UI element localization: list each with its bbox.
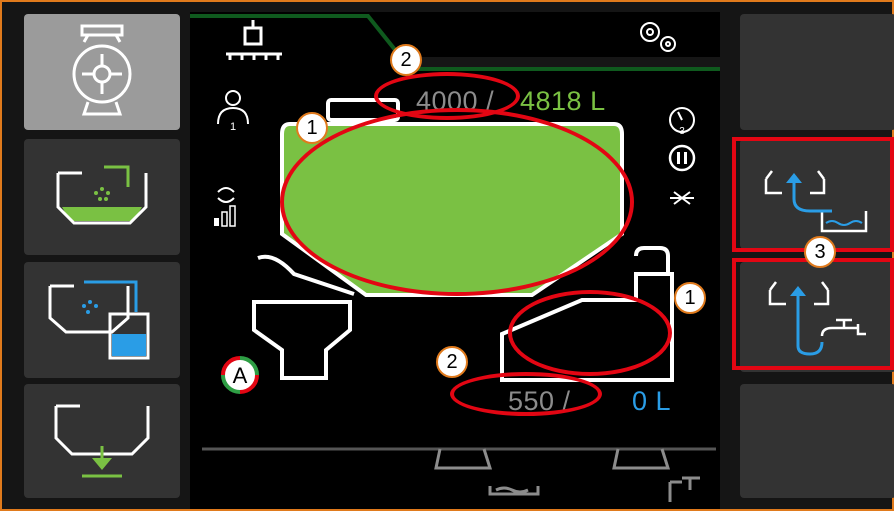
- marker-main-readout: 2: [390, 44, 422, 76]
- marker-main-tank: 1: [296, 112, 328, 144]
- bottom-connections: [434, 448, 700, 502]
- sprayer-boom-icon: [226, 20, 282, 60]
- highlight-secondary-tank: [508, 290, 672, 376]
- tank-drain-icon: [54, 404, 150, 478]
- auto-mode-letter: A: [233, 363, 248, 388]
- pump-valve-icon: [72, 24, 132, 116]
- marker-secondary-readout: 2: [436, 346, 468, 378]
- operator-number: 1: [230, 121, 236, 133]
- highlight-main-tank: [280, 108, 634, 296]
- operator-icon: [217, 90, 249, 125]
- tank-drain-button[interactable]: [24, 384, 180, 498]
- agitator-off-icon: [670, 191, 694, 205]
- marker-right-buttons: 3: [804, 236, 836, 268]
- pause-icon[interactable]: [668, 144, 696, 172]
- highlight-right-buttons-top: [732, 137, 894, 252]
- tank-rinse-button[interactable]: [24, 139, 180, 255]
- signal-icon: [214, 187, 236, 227]
- pump-valve-button[interactable]: [24, 14, 180, 130]
- right-button-1[interactable]: [740, 14, 894, 130]
- highlight-secondary-readout: [450, 372, 602, 416]
- program-number: 3: [679, 126, 685, 137]
- tank-transfer-icon: [48, 280, 150, 360]
- secondary-tank-capacity: 0 L: [632, 386, 672, 416]
- gears-icon[interactable]: [640, 22, 676, 52]
- tank-rinse-icon: [56, 165, 148, 225]
- marker-secondary-tank: 1: [674, 282, 706, 314]
- main-tank-capacity: 4818 L: [520, 86, 606, 116]
- highlight-main-readout: [374, 72, 520, 120]
- tank-transfer-button[interactable]: [24, 262, 180, 378]
- right-button-4[interactable]: [740, 384, 894, 498]
- highlight-right-buttons-bottom: [732, 258, 894, 370]
